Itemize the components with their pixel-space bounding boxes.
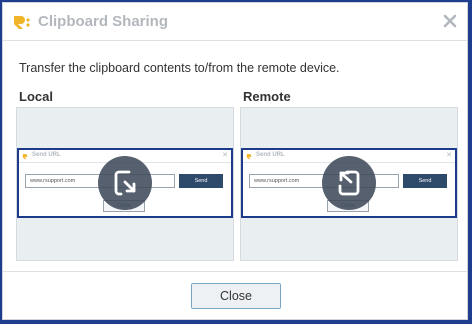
preview-close-icon: ✕ [222,152,228,159]
title-bar: Clipboard Sharing [3,3,467,41]
clipboard-sharing-dialog: Clipboard Sharing Transfer the clipboard… [2,2,468,320]
dialog-title: Clipboard Sharing [38,13,169,30]
preview-title: Send URL [32,152,61,158]
footer-divider [3,271,467,272]
rsupport-logo-icon [246,154,252,160]
local-panel[interactable]: Send URL ✕ www.rsupport.com Send Close [16,107,234,261]
preview-send-button: Send [403,174,447,188]
transfer-in-icon [338,170,360,196]
dialog-description: Transfer the clipboard contents to/from … [19,61,340,75]
transfer-out-icon [114,170,136,196]
remote-label: Remote [243,89,291,104]
remote-transfer-button[interactable] [322,156,376,210]
close-icon[interactable] [442,13,458,29]
window-frame: Clipboard Sharing Transfer the clipboard… [0,0,472,324]
local-transfer-button[interactable] [98,156,152,210]
rsupport-logo-icon [14,16,30,29]
close-button[interactable]: Close [191,283,281,309]
preview-send-button: Send [179,174,223,188]
rsupport-logo-icon [22,154,28,160]
remote-panel[interactable]: Send URL ✕ www.rsupport.com Send Close [240,107,458,261]
preview-title: Send URL [256,152,285,158]
local-label: Local [19,89,53,104]
preview-close-icon: ✕ [446,152,452,159]
